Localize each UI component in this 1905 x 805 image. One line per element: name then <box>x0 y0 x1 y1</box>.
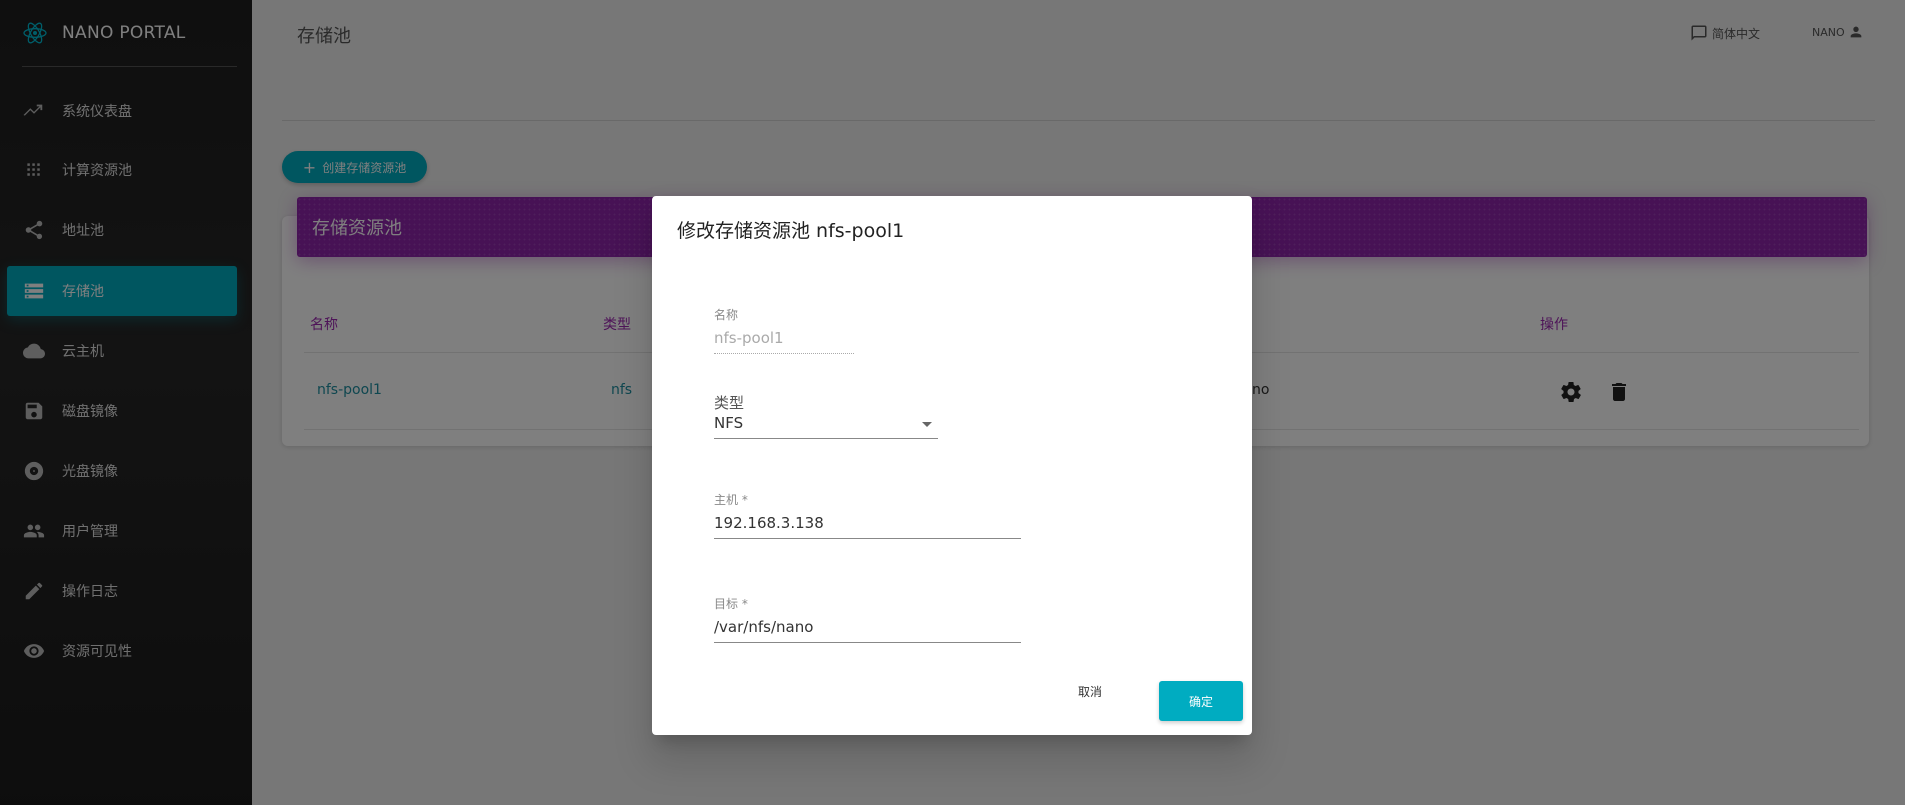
dialog-title: 修改存储资源池 nfs-pool1 <box>677 220 905 242</box>
target-input[interactable]: /var/nfs/nano <box>714 618 1021 643</box>
edit-storage-pool-dialog: 修改存储资源池 nfs-pool1 名称 nfs-pool1 类型 NFS 主机… <box>652 196 1252 735</box>
dropdown-arrow-icon <box>922 422 932 427</box>
name-label: 名称 <box>714 308 739 322</box>
name-field: 名称 nfs-pool1 <box>714 306 854 354</box>
type-select[interactable]: 类型 NFS <box>714 392 938 439</box>
host-field[interactable]: 主机 * 192.168.3.138 <box>714 491 1021 539</box>
type-label: 类型 <box>714 394 745 412</box>
target-label: 目标 * <box>714 597 748 611</box>
type-selected-value: NFS <box>714 414 744 432</box>
cancel-button[interactable]: 取消 <box>1078 683 1102 700</box>
type-value[interactable]: NFS <box>714 414 938 439</box>
name-value: nfs-pool1 <box>714 329 854 354</box>
host-input[interactable]: 192.168.3.138 <box>714 514 1021 539</box>
host-label: 主机 * <box>714 493 748 507</box>
target-field[interactable]: 目标 * /var/nfs/nano <box>714 595 1021 643</box>
confirm-button[interactable]: 确定 <box>1159 681 1243 721</box>
